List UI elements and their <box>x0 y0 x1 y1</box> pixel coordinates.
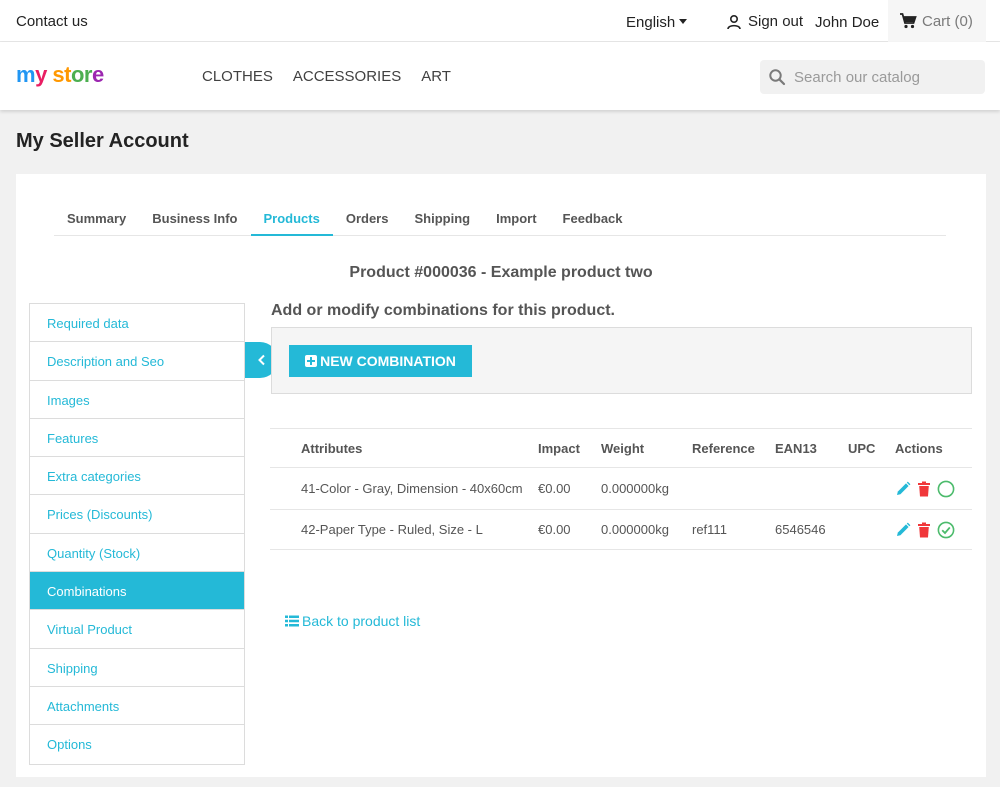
search-box <box>760 60 985 94</box>
cell-impact: €0.00 <box>538 522 571 537</box>
cell-ean13: 6546546 <box>775 522 826 537</box>
table-row: 41-Color - Gray, Dimension - 40x60cm €0.… <box>270 467 972 509</box>
menu-item-quantity[interactable]: Quantity (Stock) <box>30 534 244 573</box>
sign-out-link[interactable]: Sign out <box>726 13 803 30</box>
new-combination-button[interactable]: NEW COMBINATION <box>289 345 472 377</box>
menu-item-attachments[interactable]: Attachments <box>30 687 244 726</box>
plus-square-icon <box>305 355 318 367</box>
combinations-heading: Add or modify combinations for this prod… <box>271 302 615 319</box>
user-icon <box>727 14 741 29</box>
seller-account-panel: Summary Business Info Products Orders Sh… <box>16 174 986 777</box>
new-combination-label: NEW COMBINATION <box>320 353 456 369</box>
edit-pencil-icon[interactable] <box>895 481 911 497</box>
nav-item-accessories[interactable]: ACCESSORIES <box>293 68 401 85</box>
column-header: Weight <box>601 440 645 456</box>
column-header: Attributes <box>301 440 363 456</box>
cell-attributes: 41-Color - Gray, Dimension - 40x60cm <box>301 481 523 496</box>
tab-shipping[interactable]: Shipping <box>401 204 483 236</box>
logo-part: e <box>91 62 104 87</box>
store-logo[interactable]: my store <box>16 62 104 88</box>
row-actions <box>895 480 972 498</box>
top-bar: Contact us English Sign out John Doe Car… <box>0 0 1000 42</box>
page-title: My Seller Account <box>16 130 189 152</box>
table-header-row: Attributes Impact Weight Reference EAN13… <box>270 428 972 467</box>
product-title: Product #000036 - Example product two <box>349 264 653 281</box>
cart-icon <box>900 13 917 29</box>
menu-item-options[interactable]: Options <box>30 725 244 763</box>
nav-item-art[interactable]: ART <box>421 68 451 85</box>
column-header: EAN13 <box>775 440 817 456</box>
delete-trash-icon[interactable] <box>917 522 931 538</box>
product-edit-menu: Required data Description and Seo Images… <box>29 303 245 765</box>
sign-out-label: Sign out <box>748 13 804 30</box>
menu-item-description-seo[interactable]: Description and Seo <box>30 342 244 381</box>
account-tabs: Summary Business Info Products Orders Sh… <box>54 204 946 236</box>
tab-orders[interactable]: Orders <box>333 204 402 236</box>
logo-part: or <box>70 62 93 87</box>
tab-products[interactable]: Products <box>250 204 333 236</box>
menu-item-combinations[interactable]: Combinations <box>30 572 244 611</box>
delete-trash-icon[interactable] <box>917 481 931 497</box>
cell-impact: €0.00 <box>538 481 571 496</box>
tab-feedback[interactable]: Feedback <box>550 204 636 236</box>
cell-reference: ref111 <box>692 522 727 537</box>
back-link-label: Back to product list <box>302 613 421 629</box>
logo-part: y <box>35 62 53 87</box>
account-name-link[interactable]: John Doe <box>815 14 879 31</box>
table-row: 42-Paper Type - Ruled, Size - L €0.00 0.… <box>270 509 972 550</box>
tab-import[interactable]: Import <box>483 204 549 236</box>
main-nav: CLOTHES ACCESSORIES ART <box>202 68 451 85</box>
chevron-left-icon <box>257 354 265 366</box>
nav-item-clothes[interactable]: CLOTHES <box>202 68 273 85</box>
combinations-table: Attributes Impact Weight Reference EAN13… <box>270 428 972 550</box>
combination-toolbar: NEW COMBINATION <box>271 327 972 394</box>
column-header: Reference <box>692 440 755 456</box>
default-check-icon[interactable] <box>937 521 955 539</box>
cart-label: Cart (0) <box>922 12 973 30</box>
column-header: Impact <box>538 440 580 456</box>
menu-item-features[interactable]: Features <box>30 419 244 458</box>
contact-us-link[interactable]: Contact us <box>16 13 88 30</box>
list-icon <box>285 615 299 627</box>
column-header: Actions <box>895 440 943 456</box>
row-actions <box>895 521 972 539</box>
language-label: English <box>626 14 676 31</box>
cell-weight: 0.000000kg <box>601 481 669 496</box>
back-to-product-list-link[interactable]: Back to product list <box>285 613 420 629</box>
set-default-circle-icon[interactable] <box>937 480 955 498</box>
logo-part: m <box>16 62 36 87</box>
menu-item-shipping[interactable]: Shipping <box>30 649 244 687</box>
cell-weight: 0.000000kg <box>601 522 669 537</box>
column-header: UPC <box>848 440 876 456</box>
menu-item-virtual-product[interactable]: Virtual Product <box>30 610 244 649</box>
menu-item-images[interactable]: Images <box>30 381 244 419</box>
language-selector[interactable]: English <box>626 14 688 31</box>
edit-pencil-icon[interactable] <box>895 522 911 538</box>
menu-item-prices[interactable]: Prices (Discounts) <box>30 495 244 534</box>
main-header: my store CLOTHES ACCESSORIES ART <box>0 42 1000 110</box>
cell-attributes: 42-Paper Type - Ruled, Size - L <box>301 522 483 537</box>
logo-part: st <box>52 62 71 87</box>
menu-item-required-data[interactable]: Required data <box>30 304 244 343</box>
menu-item-extra-categories[interactable]: Extra categories <box>30 457 244 496</box>
tab-summary[interactable]: Summary <box>54 204 139 236</box>
search-icon[interactable] <box>768 68 786 86</box>
tab-business-info[interactable]: Business Info <box>139 204 250 236</box>
cart-button[interactable]: Cart (0) <box>888 0 986 42</box>
search-input[interactable] <box>794 68 974 86</box>
caret-down-icon <box>679 19 688 24</box>
